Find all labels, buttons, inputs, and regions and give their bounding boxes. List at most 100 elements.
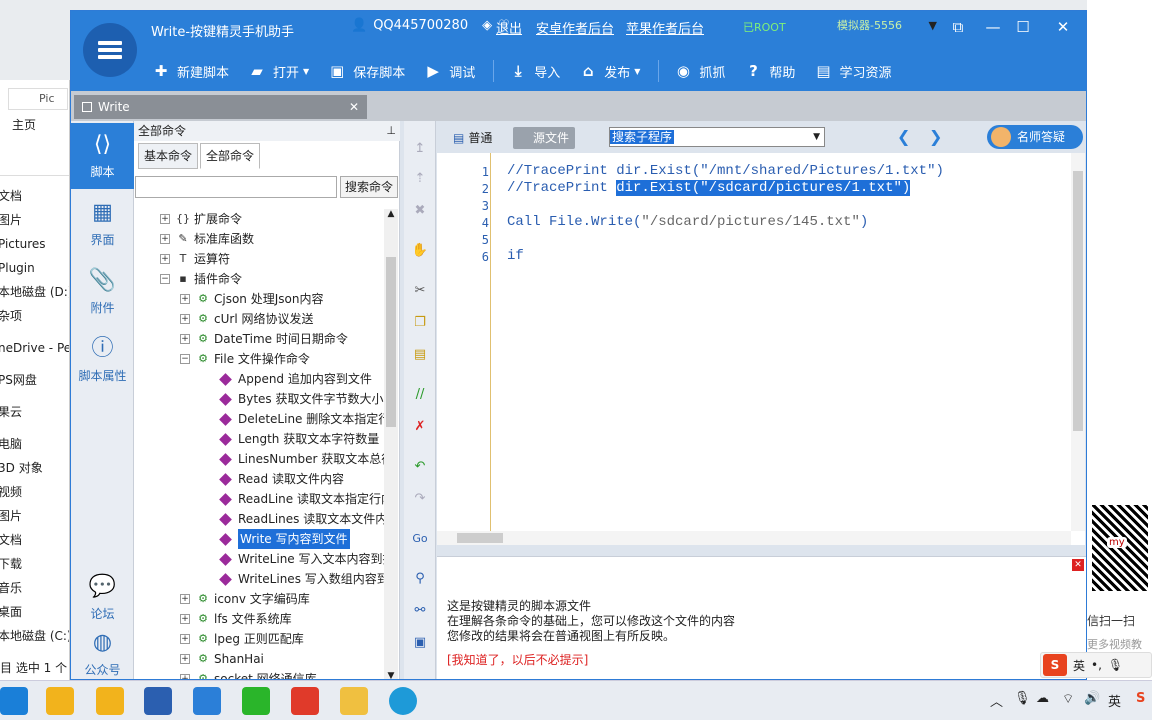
undo-icon[interactable]: ↶ [410,457,430,477]
explorer-nav-item[interactable]: 视频 [0,480,69,504]
command-group[interactable]: + ⚙ cUrl 网络协议发送 [180,309,313,329]
edge-browser-icon[interactable] [389,687,417,715]
tree-scrollbar[interactable]: ▲ ▼ [384,209,398,679]
explorer-nav-item[interactable]: 音乐 [0,576,69,600]
tab-all-commands[interactable]: 全部命令 [200,143,261,169]
explorer-nav-item[interactable]: 本地磁盘 (C:) [0,624,69,648]
explorer-nav-item[interactable]: 3D 对象 [0,456,69,480]
main-menu-button[interactable] [83,23,137,77]
close-tab-icon[interactable]: ✕ [349,95,359,119]
explorer-breadcrumb[interactable]: Pic [8,88,68,110]
scroll-down-icon[interactable]: ▼ [384,671,398,679]
collapse-icon[interactable]: − [180,354,190,364]
capture-button[interactable]: ◉ 抓抓 [673,61,726,81]
command-group[interactable]: + ⚙ lfs 文件系统库 [180,609,292,629]
explorer-nav-item[interactable]: 文档 [0,184,69,208]
panel-icon[interactable]: ▣ [410,633,430,653]
folder-icon[interactable] [340,687,368,715]
command-group[interactable]: − ⚙ File 文件操作命令 [180,349,310,369]
nav-attachment[interactable]: 📎 附件 [71,259,134,325]
expand-icon[interactable]: + [180,594,190,604]
command-item[interactable]: DeleteLine 删除文本指定行 [218,409,384,429]
command-group[interactable]: + ⚙ lpeg 正则匹配库 [180,629,304,649]
nav-script[interactable]: ⟨⟩ 脚本 [71,123,134,189]
code-line[interactable]: //TracePrint dir.Exist("/mnt/shared/Pict… [507,163,944,179]
android-author-link[interactable]: 安卓作者后台 [536,18,614,37]
expand-icon[interactable]: + [180,314,190,324]
nav-ui[interactable]: ▦ 界面 [71,191,134,257]
close-icon[interactable]: ✕ [1072,559,1084,571]
command-search-input[interactable] [135,176,337,198]
restore-window-icon[interactable]: ⧉ [946,17,970,37]
command-item[interactable]: Write 写内容到文件 [218,529,350,549]
explorer-nav-item[interactable]: 桌面 [0,600,69,624]
explorer-nav-item[interactable]: 文档 [0,528,69,552]
command-item[interactable]: Read 读取文件内容 [218,469,344,489]
forward-arrow-icon[interactable]: ❯ [929,127,942,146]
emulator-select[interactable]: 模拟器-5556 ▼ [821,15,939,37]
command-item[interactable]: Append 追加内容到文件 [218,369,372,389]
redo-icon[interactable]: ↷ [410,489,430,509]
learning-resources-button[interactable]: ▤ 学习资源 [813,61,891,81]
teacher-qa-button[interactable]: 名师答疑 [987,125,1083,149]
tab-basic-commands[interactable]: 基本命令 [138,143,199,169]
ime-language[interactable]: 英 [1073,657,1085,674]
window-app-icon[interactable] [144,687,172,715]
chevron-up-icon[interactable]: ︿ [990,691,1003,710]
explorer-nav-item[interactable]: neDrive - Pe [0,336,69,360]
microphone-icon[interactable]: 🎙 [1014,691,1031,706]
expand-icon[interactable]: + [160,214,170,224]
search-command-button[interactable]: 搜索命令 [340,176,398,198]
command-item[interactable]: Bytes 获取文件字节数大小 [218,389,384,409]
expand-icon[interactable]: + [180,634,190,644]
arrow-up-icon[interactable]: ⇡ [410,169,430,189]
collapse-icon[interactable]: − [160,274,170,284]
pin-icon[interactable]: ⊥ [386,121,396,141]
explorer-nav-item[interactable]: Plugin [0,256,69,280]
code-line[interactable]: //TracePrint dir.Exist("/sdcard/pictures… [507,180,911,196]
maximize-button[interactable]: ☐ [1011,17,1035,37]
minimize-button[interactable]: — [981,17,1005,37]
command-group[interactable]: + {} 扩展命令 [160,209,242,229]
explorer-nav-item[interactable]: 果云 [0,400,69,424]
new-script-button[interactable]: ✚ 新建脚本 [151,61,229,81]
command-item[interactable]: Length 获取文本字符数量 [218,429,379,449]
red-app-icon[interactable] [291,687,319,715]
command-item[interactable]: ReadLine 读取文本指定行内 [218,489,384,509]
import-button[interactable]: ⤓ 导入 [508,61,560,81]
expand-icon[interactable]: + [180,294,190,304]
save-script-button[interactable]: ▣ 保存脚本 [327,61,405,81]
document-tab-write[interactable]: Write ✕ [74,95,367,119]
tray-language[interactable]: 英 [1108,691,1121,710]
explorer-nav-item[interactable]: 电脑 [0,432,69,456]
open-button[interactable]: ▰ 打开 ▼ [247,61,309,81]
nav-script-properties[interactable]: ⓘ 脚本属性 [71,327,134,393]
view-source-button[interactable]: 源文件 [513,127,575,149]
wifi-icon[interactable]: ⌔ [1062,691,1074,707]
explorer-nav-item[interactable]: Pictures [0,232,69,256]
back-arrow-icon[interactable]: ❮ [897,127,910,146]
nav-official-account[interactable]: ◍ 公众号 [71,621,134,679]
command-item[interactable]: WriteLine 写入文本内容到指 [218,549,384,569]
command-group[interactable]: + T 运算符 [160,249,230,269]
explorer-nav-item[interactable]: PS网盘 [0,368,69,392]
dismiss-tip-link[interactable]: [我知道了，以后不必提示] [447,651,588,668]
publish-button[interactable]: ⌂ 发布 ▼ [578,61,641,81]
explorer-nav-item[interactable]: 杂项 [0,304,69,328]
expand-icon[interactable]: + [160,234,170,244]
subroutine-select[interactable]: 搜索子程序 ▼ [609,127,825,147]
green-app-icon[interactable] [242,687,270,715]
microphone-icon[interactable]: 🎙 [1108,658,1123,672]
command-group[interactable]: + ✎ 标准库函数 [160,229,254,249]
punctuation-icon[interactable]: •, [1091,658,1102,672]
copy-icon[interactable]: ❐ [410,313,430,333]
delete-icon[interactable]: ✖ [410,201,430,221]
explorer-nav-item[interactable]: 图片 [0,504,69,528]
hand-icon[interactable]: ✋ [410,241,430,261]
scroll-thumb[interactable] [457,533,503,543]
command-group[interactable]: + ⚙ DateTime 时间日期命令 [180,329,348,349]
scroll-up-icon[interactable]: ▲ [384,209,398,219]
explorer-nav-item[interactable]: 下载 [0,552,69,576]
command-group[interactable]: + ⚙ iconv 文字编码库 [180,589,310,609]
paste-icon[interactable]: ▤ [410,345,430,365]
